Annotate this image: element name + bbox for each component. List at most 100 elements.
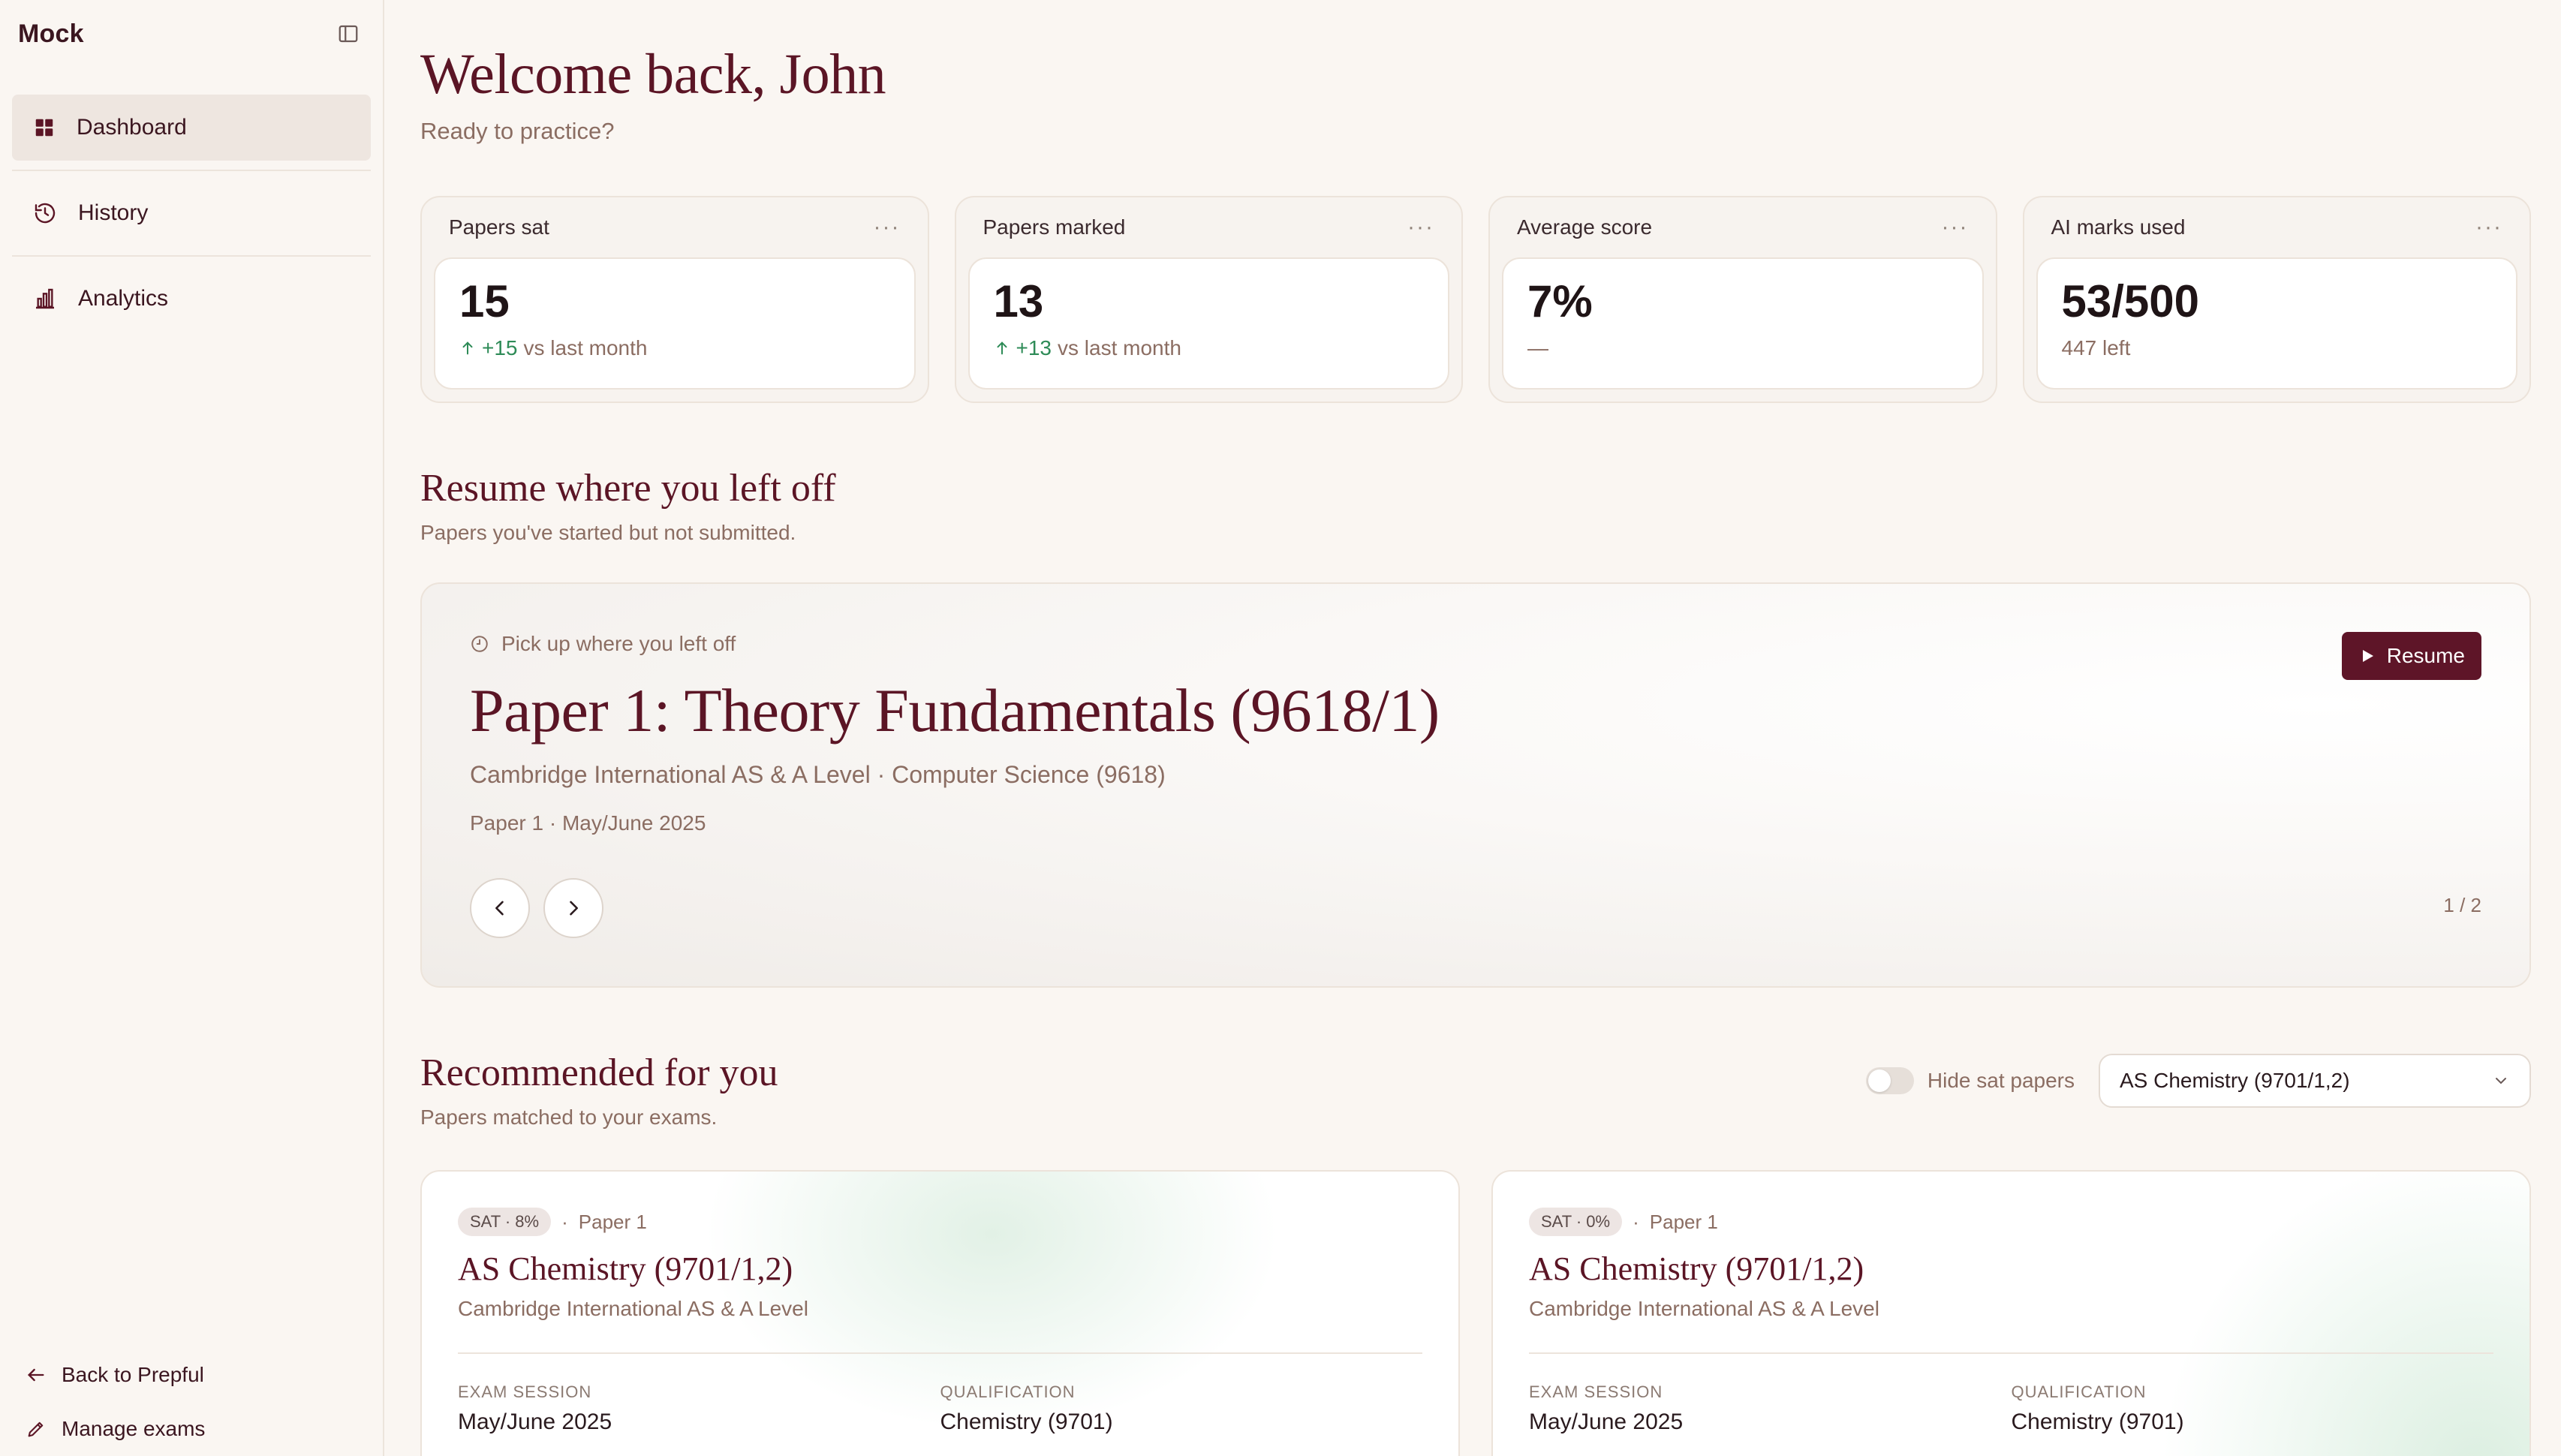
hide-sat-toggle[interactable]: Hide sat papers [1865,1067,2075,1094]
stat-note-text: vs last month [523,336,648,359]
resume-section-title: Resume where you left off [420,467,836,510]
nav-divider [12,255,371,257]
pickup-text: Pick up where you left off [501,632,736,655]
pencil-icon [28,1421,44,1437]
card-divider [458,1352,1422,1354]
carousel-pager: 1 / 2 [2443,894,2481,916]
stat-body: 13 +13 vs last month [968,257,1449,390]
stat-note-text: — [1527,336,1548,359]
chevron-right-icon [570,901,578,916]
status-badge: SAT · 8% [458,1208,552,1236]
card-tags: SAT · 0% · Paper 1 [1529,1208,2493,1236]
stat-label: Papers marked [983,215,1126,239]
arrow-up-icon [462,341,473,355]
history-icon [35,203,56,224]
app-root: Mock Dashboard History Analytics Back to… [0,0,2561,1456]
sidebar-item-label: History [78,200,149,225]
more-options-icon[interactable]: ··· [874,215,901,240]
card-board: Cambridge International AS & A Level [1529,1297,1879,1320]
nav-divider [12,170,371,171]
arrow-up-icon [996,341,1007,355]
bar-chart-icon [36,288,54,309]
stat-header: Average score ··· [1502,197,1984,257]
stat-note: — [1527,336,1958,360]
toggle-knob [1867,1069,1891,1092]
stat-card-average-score: Average score ··· 7% — [1488,196,1997,403]
paper-title[interactable]: Paper 1: Theory Fundamentals (9618/1) [470,675,2481,746]
sidebar-toggle-button[interactable] [332,17,365,50]
field-label: QUALIFICATION [2011,1382,2147,1401]
card-tags: SAT · 8% · Paper 1 [458,1208,1422,1236]
field-label: QUALIFICATION [940,1382,1076,1401]
footer-link-label: Back to Prepful [62,1363,204,1386]
sidebar-item-dashboard[interactable]: Dashboard [12,95,371,161]
chevron-down-icon [2496,1078,2506,1084]
card-title: AS Chemistry (9701/1,2) [458,1250,793,1287]
toggle-label: Hide sat papers [1927,1069,2075,1092]
brand-logo[interactable]: Mock [18,20,84,49]
stat-card-papers-sat: Papers sat ··· 15 +15 vs last month [420,196,929,403]
paper-number: Paper 1 [578,1210,647,1233]
grid-icon [35,119,53,137]
stat-note-text: vs last month [1058,336,1181,359]
qualification-field: QUALIFICATION Chemistry (9701) [940,1382,1423,1435]
paper-number: Paper 1 [1649,1210,1718,1233]
carousel-prev-button[interactable] [470,878,530,938]
sidebar-item-analytics[interactable]: Analytics [12,266,371,332]
field-value: May/June 2025 [1529,1409,1684,1434]
play-icon [2362,650,2373,662]
exam-session-field: EXAM SESSION May/June 2025 [1529,1382,2012,1435]
stat-delta: +15 [482,336,518,359]
recommended-controls: Hide sat papers AS Chemistry (9701/1,2) [1865,1054,2531,1108]
recommended-section-title: Recommended for you [420,1051,778,1094]
stat-note: +13 vs last month [994,336,1425,360]
stat-note: 447 left [2062,336,2493,360]
stat-value: 13 [993,276,1044,326]
arrow-left-icon [28,1368,44,1382]
more-options-icon[interactable]: ··· [1407,215,1434,240]
paper-board: Cambridge International AS & A Level · C… [470,761,1166,788]
toggle-switch[interactable] [1865,1067,1914,1094]
field-value: Chemistry (9701) [2011,1409,2184,1434]
qualification-field: QUALIFICATION Chemistry (9701) [2012,1382,2494,1435]
stat-label: Papers sat [449,215,549,239]
stat-header: AI marks used ··· [2036,197,2518,257]
resume-button-label: Resume [2386,644,2465,667]
stat-header: Papers sat ··· [434,197,916,257]
more-options-icon[interactable]: ··· [1942,215,1969,240]
recommended-header: Recommended for you Papers matched to yo… [420,1051,2531,1130]
stat-value: 7% [1527,276,1593,326]
stats-row: Papers sat ··· 15 +15 vs last month Pape… [420,196,2531,403]
stat-card-papers-marked: Papers marked ··· 13 +13 vs last month [954,196,1463,403]
manage-exams-link[interactable]: Manage exams [12,1402,372,1456]
recommended-card[interactable]: SAT · 8% · Paper 1 AS Chemistry (9701/1,… [420,1170,1460,1456]
card-fields: EXAM SESSION May/June 2025 QUALIFICATION… [458,1382,1422,1435]
status-badge: SAT · 0% [1529,1208,1623,1236]
field-label: EXAM SESSION [458,1382,592,1401]
clock-icon [471,636,488,652]
stat-value: 53/500 [2061,276,2200,326]
main-content: Welcome back, John Ready to practice? Pa… [384,0,2561,1456]
exam-select[interactable]: AS Chemistry (9701/1,2) [2099,1054,2531,1108]
more-options-icon[interactable]: ··· [2475,215,2502,240]
carousel-next-button[interactable] [543,878,603,938]
exam-select-value: AS Chemistry (9701/1,2) [2120,1069,2350,1092]
sidebar-footer: Back to Prepful Manage exams [12,1348,372,1456]
stat-note: +15 vs last month [459,336,890,360]
recommended-section-subtitle: Papers matched to your exams. [420,1106,718,1129]
recommended-card[interactable]: SAT · 0% · Paper 1 AS Chemistry (9701/1,… [1491,1170,2531,1456]
stat-header: Papers marked ··· [968,197,1450,257]
stat-body: 7% — [1502,257,1984,390]
back-to-prepful-link[interactable]: Back to Prepful [12,1348,372,1402]
paper-meta: Paper 1 · May/June 2025 [470,811,706,835]
stat-card-ai-marks: AI marks used ··· 53/500 447 left [2022,196,2531,403]
stat-value: 15 [459,276,510,326]
resume-button[interactable]: Resume [2341,632,2481,680]
sidebar-item-history[interactable]: History [12,180,371,246]
sidebar: Mock Dashboard History Analytics Back to… [0,0,384,1456]
card-fields: EXAM SESSION May/June 2025 QUALIFICATION… [1529,1382,2493,1435]
field-value: Chemistry (9701) [940,1409,1113,1434]
sidebar-item-label: Dashboard [77,115,187,140]
sidebar-nav: Dashboard History Analytics [12,95,371,332]
field-value: May/June 2025 [458,1409,612,1434]
